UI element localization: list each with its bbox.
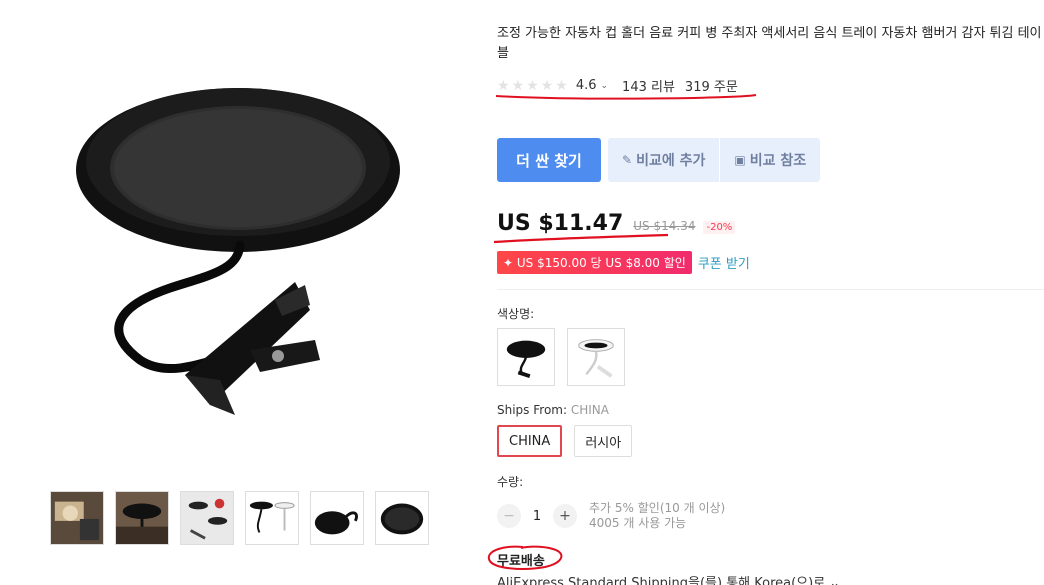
star-icon: ★ [555, 77, 568, 94]
ships-from-option-russia[interactable]: 러시아 [574, 425, 633, 457]
star-rating: ★ ★ ★ ★ ★ [497, 79, 568, 93]
rating-score[interactable]: 4.6 [576, 78, 597, 93]
thumbnail-strip [50, 491, 429, 545]
color-option-black[interactable] [497, 328, 555, 386]
quantity-stepper: − + 추가 5% 할인(10 개 이상) 4005 개 사용 가능 [497, 501, 725, 531]
color-label: 색상명: [497, 307, 535, 321]
star-icon: ★ [526, 77, 539, 94]
discount-badge: -20% [703, 221, 736, 234]
ships-from-options: CHINA 러시아 [497, 425, 633, 457]
main-product-image[interactable] [60, 60, 420, 440]
add-to-compare-button[interactable]: ✎ 비교에 추가 [608, 138, 719, 182]
ships-from-value: CHINA [570, 403, 609, 417]
ships-from-text: Ships From: [497, 403, 568, 417]
quantity-notes: 추가 5% 할인(10 개 이상) 4005 개 사용 가능 [589, 501, 725, 531]
ships-from-option-china[interactable]: CHINA [497, 425, 563, 457]
original-price: US $14.34 [633, 219, 696, 233]
find-cheaper-button[interactable]: 더 싼 찾기 [497, 138, 601, 182]
quantity-input[interactable] [521, 508, 553, 524]
get-coupon-link[interactable]: 쿠폰 받기 [698, 253, 750, 272]
ships-from-label: Ships From: CHINA [497, 403, 609, 417]
thumbnail[interactable] [180, 491, 234, 545]
stock-available: 4005 개 사용 가능 [589, 516, 687, 530]
coupon-badge: ✦ US $150.00 당 US $8.00 할인 [497, 251, 692, 274]
coupon-row: ✦ US $150.00 당 US $8.00 할인 쿠폰 받기 [497, 251, 750, 274]
annotation-circle [487, 545, 563, 570]
annotation-underline [493, 233, 669, 244]
star-icon: ★ [497, 77, 510, 94]
thumbnail[interactable] [375, 491, 429, 545]
bulk-discount-note: 추가 5% 할인(10 개 이상) [589, 501, 726, 515]
thumbnail[interactable] [310, 491, 364, 545]
divider [497, 289, 1044, 290]
star-icon: ★ [540, 77, 554, 94]
thumbnail[interactable] [245, 491, 299, 545]
compare-group: ✎ 비교에 추가 ▣ 비교 참조 [608, 138, 821, 182]
quantity-label: 수량: [497, 475, 524, 489]
color-options [497, 328, 625, 386]
add-to-compare-label: 비교에 추가 [636, 153, 706, 169]
compare-square-icon: ▣ [734, 153, 746, 167]
star-icon: ★ [511, 77, 525, 94]
quantity-increase-button[interactable]: + [553, 504, 577, 528]
edit-note-icon: ✎ [622, 153, 633, 167]
action-buttons: 더 싼 찾기 ✎ 비교에 추가 ▣ 비교 참조 [497, 138, 821, 182]
view-compare-label: 비교 참조 [749, 153, 807, 169]
thumbnail[interactable] [115, 491, 169, 545]
product-title: 조정 가능한 자동차 컵 홀더 음료 커피 병 주최자 액세서리 음식 트레이 … [497, 26, 1042, 61]
shipping-method-select[interactable]: AliExpress Standard Shipping을(를) 통해 Kore… [497, 572, 840, 585]
chevron-down-icon[interactable]: ⌄ [601, 81, 609, 91]
view-compare-button[interactable]: ▣ 비교 참조 [719, 138, 820, 182]
quantity-decrease-button[interactable]: − [497, 504, 521, 528]
annotation-underline [495, 94, 757, 100]
color-option-white[interactable] [567, 328, 625, 386]
thumbnail[interactable] [50, 491, 104, 545]
